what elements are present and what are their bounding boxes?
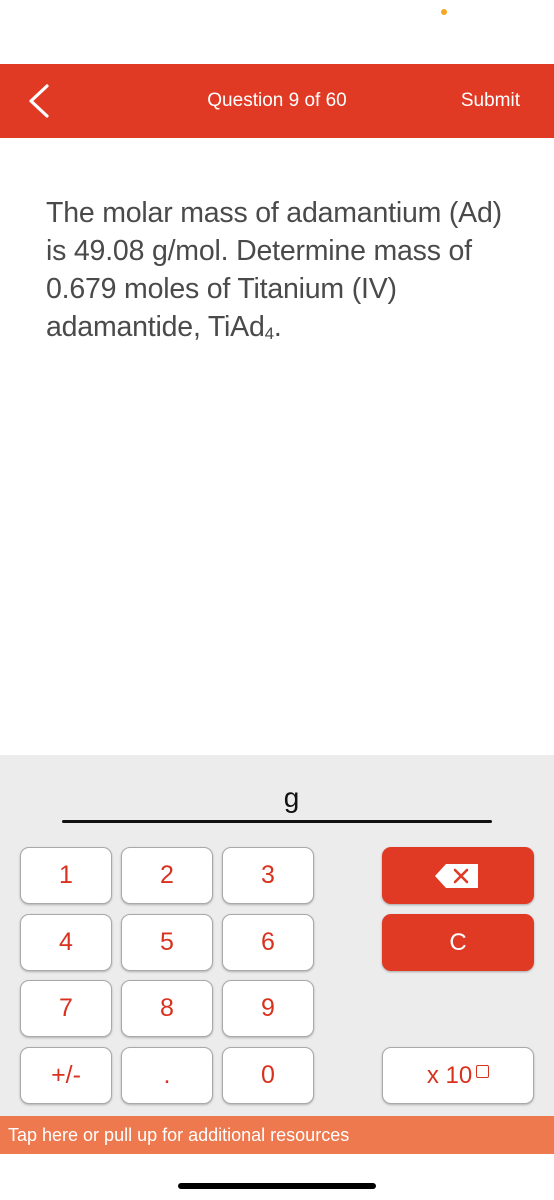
clear-label: C <box>449 928 467 956</box>
key-9[interactable]: 9 <box>222 980 314 1037</box>
status-indicator-dot <box>441 9 447 15</box>
key-0[interactable]: 0 <box>222 1047 314 1104</box>
question-end: . <box>273 311 282 343</box>
key-decimal[interactable]: . <box>121 1047 213 1104</box>
exponent-box-icon <box>476 1065 490 1078</box>
scientific-notation-button[interactable]: x 10 <box>382 1047 534 1104</box>
key-4[interactable]: 4 <box>20 914 112 971</box>
key-8[interactable]: 8 <box>121 980 213 1037</box>
times-ten-label: x 10 <box>426 1061 473 1089</box>
key-plus-minus[interactable]: +/- <box>20 1047 112 1104</box>
additional-resources-bar[interactable]: Tap here or pull up for additional resou… <box>0 1116 554 1154</box>
key-2[interactable]: 2 <box>121 847 213 904</box>
clear-button[interactable]: C <box>382 914 534 971</box>
question-text: The molar mass of adamantium (Ad) is 49.… <box>46 194 526 346</box>
key-1[interactable]: 1 <box>20 847 112 904</box>
key-3[interactable]: 3 <box>222 847 314 904</box>
key-6[interactable]: 6 <box>222 914 314 971</box>
submit-button[interactable]: Submit <box>461 64 520 138</box>
key-7[interactable]: 7 <box>20 980 112 1037</box>
backspace-icon <box>435 863 478 888</box>
question-counter-text: Question 9 of 60 <box>207 90 347 111</box>
answer-unit: g <box>283 782 300 813</box>
key-5[interactable]: 5 <box>121 914 213 971</box>
answer-input-line[interactable] <box>62 820 492 823</box>
backspace-button[interactable] <box>382 847 534 904</box>
header-bar: Question 9 of 60 Submit <box>0 64 554 138</box>
home-indicator[interactable] <box>178 1183 376 1189</box>
formula-subscript: 4 <box>264 324 274 343</box>
